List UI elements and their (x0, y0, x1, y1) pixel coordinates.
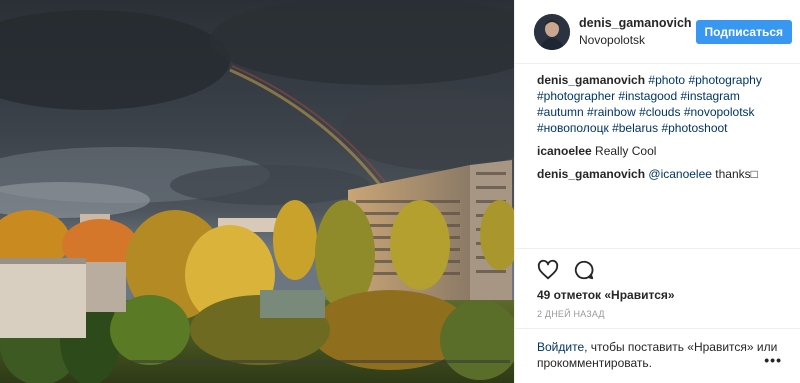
comment-icon[interactable] (573, 259, 595, 281)
comment-mention[interactable]: @icanoelee (648, 167, 712, 181)
hashtag[interactable]: #novopolotsk (684, 105, 755, 119)
hashtag[interactable]: #photographer (537, 89, 615, 103)
comment-item: icanoelee Really Cool (537, 143, 788, 159)
comment-text: Really Cool (595, 144, 657, 158)
post-header: denis_gamanovich Novopolotsk Подписаться (515, 0, 800, 64)
hashtag[interactable]: #photo (648, 73, 685, 87)
caption-username[interactable]: denis_gamanovich (537, 73, 645, 87)
post-window: denis_gamanovich Novopolotsk Подписаться… (0, 0, 800, 383)
action-bar (515, 248, 800, 281)
hashtag[interactable]: #autumn (537, 105, 584, 119)
post-sidebar: denis_gamanovich Novopolotsk Подписаться… (514, 0, 800, 383)
hashtag[interactable]: #instagram (680, 89, 739, 103)
likes-count[interactable]: 49 отметок «Нравится» (537, 288, 675, 302)
header-text: denis_gamanovich Novopolotsk (579, 16, 696, 47)
comment-username[interactable]: icanoelee (537, 144, 592, 158)
avatar[interactable] (534, 13, 570, 50)
hashtag[interactable]: #новополоцк (537, 121, 609, 135)
post-photo[interactable] (0, 0, 514, 383)
hashtag[interactable]: #belarus (612, 121, 658, 135)
hashtag[interactable]: #instagood (618, 89, 677, 103)
caption: denis_gamanovich #photo #photography #ph… (537, 72, 788, 136)
follow-button[interactable]: Подписаться (695, 19, 792, 44)
post-timestamp[interactable]: 2 ДНЕЙ НАЗАД (537, 309, 605, 319)
comment-text: thanks□ (715, 167, 758, 181)
hashtag[interactable]: #clouds (639, 105, 680, 119)
login-prompt: Войдите, чтобы поставить «Нравится» или … (515, 328, 800, 371)
comment-item: denis_gamanovich @icanoelee thanks□ (537, 166, 788, 182)
avatar-image (534, 13, 570, 50)
header-location[interactable]: Novopolotsk (579, 33, 696, 47)
login-link[interactable]: Войдите (537, 340, 584, 354)
hashtag[interactable]: #photography (688, 73, 761, 87)
more-options-button[interactable]: ••• (764, 352, 782, 368)
comment-username[interactable]: denis_gamanovich (537, 167, 645, 181)
hashtag[interactable]: #rainbow (587, 105, 636, 119)
hashtag[interactable]: #photoshoot (661, 121, 727, 135)
comments-list: denis_gamanovich #photo #photography #ph… (515, 64, 800, 182)
heart-icon[interactable] (537, 259, 559, 281)
header-username[interactable]: denis_gamanovich (579, 16, 696, 30)
photo-scene (0, 0, 514, 383)
